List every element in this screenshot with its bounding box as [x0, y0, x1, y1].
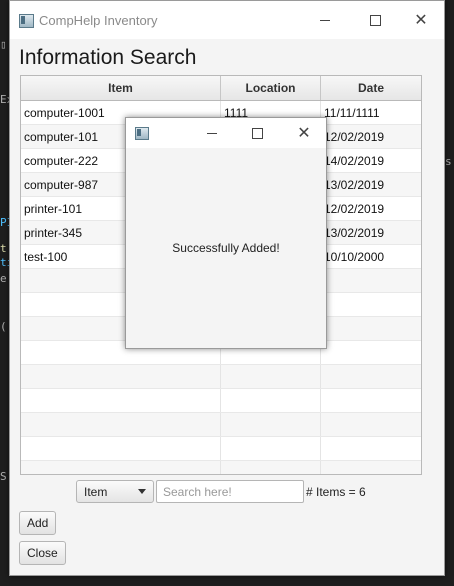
maximize-icon [251, 127, 263, 139]
cell-item [21, 461, 221, 474]
filter-dropdown[interactable]: Item [76, 480, 154, 503]
background-fragment: S [0, 470, 7, 483]
search-input[interactable] [156, 480, 304, 503]
close-icon: ✕ [414, 10, 428, 29]
cell-date [321, 317, 421, 340]
table-header: Item Location Date [21, 76, 421, 101]
cell-location [221, 365, 321, 388]
chevron-down-icon [138, 489, 146, 494]
cell-date: 10/10/2000 [324, 249, 385, 264]
cell-item [21, 365, 221, 388]
minimize-icon [320, 19, 330, 21]
cell-item [21, 389, 221, 412]
cell-date: 13/02/2019 [324, 225, 385, 240]
filter-dropdown-value: Item [84, 484, 108, 499]
close-button[interactable]: Close [19, 541, 66, 565]
dialog-close-button[interactable]: ✕ [292, 122, 316, 144]
close-window-button[interactable]: ✕ [406, 9, 436, 31]
table-row[interactable] [21, 365, 421, 389]
search-bar: Item # Items = 6 [76, 480, 366, 503]
column-header-date[interactable]: Date [321, 76, 421, 100]
cell-date [321, 269, 421, 292]
column-header-location[interactable]: Location [221, 76, 321, 100]
cell-date: 12/02/2019 [324, 129, 385, 144]
background-fragment: t [0, 242, 7, 255]
cell-date [321, 365, 421, 388]
maximize-icon [369, 14, 381, 26]
dialog-maximize-button[interactable] [245, 122, 269, 144]
background-fragment: s [445, 155, 452, 168]
cell-date [321, 341, 421, 364]
item-count-label: # Items = 6 [306, 484, 366, 499]
minimize-icon [207, 132, 217, 134]
add-button[interactable]: Add [19, 511, 57, 535]
background-fragment: ( [0, 320, 7, 333]
success-dialog: ✕ Successfully Added! [125, 117, 327, 349]
cell-date: 13/02/2019 [324, 177, 385, 192]
cell-item [21, 437, 221, 460]
minimize-button[interactable] [310, 9, 340, 31]
window-title: CompHelp Inventory [39, 13, 158, 28]
background-fragment: ▯ [0, 38, 7, 51]
cell-date [321, 413, 421, 436]
cell-location [221, 413, 321, 436]
cell-date [321, 293, 421, 316]
background-fragment: e [0, 272, 7, 285]
cell-location [221, 389, 321, 412]
page-title: Information Search [19, 46, 197, 69]
cell-item [21, 413, 221, 436]
dialog-minimize-button[interactable] [200, 122, 224, 144]
column-header-item[interactable]: Item [21, 76, 221, 100]
cell-date: 14/02/2019 [324, 153, 385, 168]
dialog-title-bar[interactable]: ✕ [126, 118, 326, 148]
close-icon: ✕ [297, 123, 311, 142]
cell-date: 12/02/2019 [324, 201, 385, 216]
dialog-message: Successfully Added! [172, 241, 280, 255]
table-row[interactable] [21, 437, 421, 461]
cell-location [221, 461, 321, 474]
table-row[interactable] [21, 461, 421, 474]
cell-location [221, 437, 321, 460]
cell-date [321, 389, 421, 412]
maximize-button[interactable] [360, 9, 390, 31]
cell-date [321, 437, 421, 460]
app-window-icon [135, 127, 149, 140]
title-bar[interactable]: CompHelp Inventory ✕ [10, 1, 444, 39]
cell-date: 11/11/1111 [324, 105, 380, 120]
app-window-icon [19, 14, 34, 28]
table-row[interactable] [21, 389, 421, 413]
table-row[interactable] [21, 413, 421, 437]
cell-date [321, 461, 421, 474]
